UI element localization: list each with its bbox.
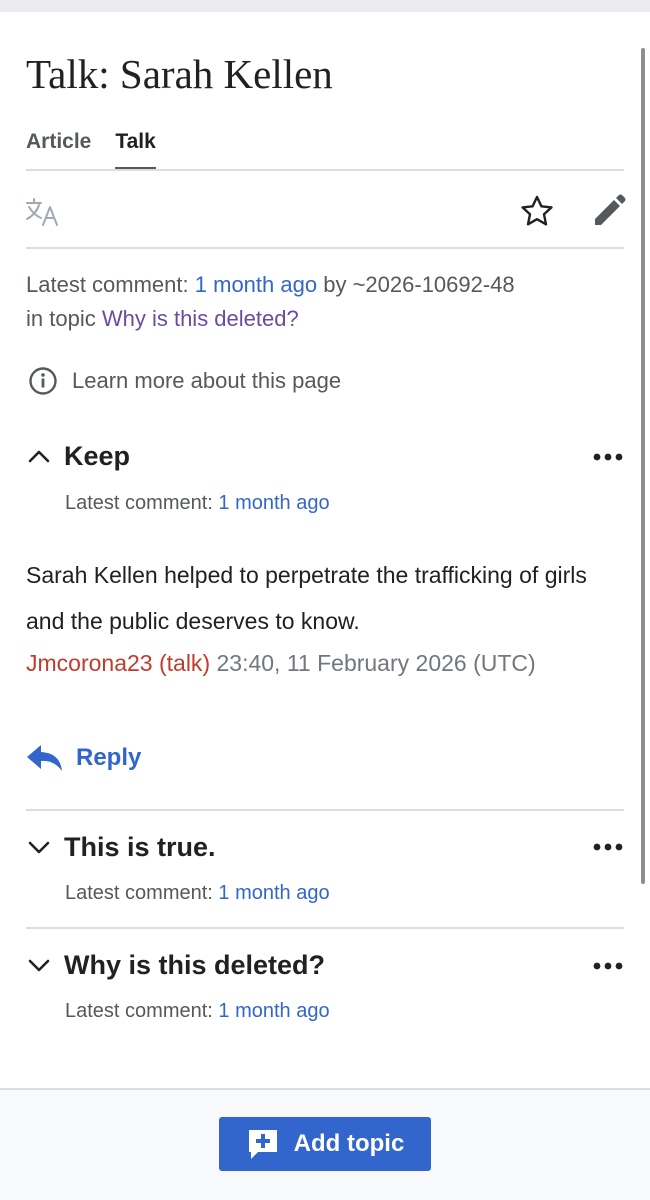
comment-user-link[interactable]: Jmcorona23 [26, 650, 153, 676]
summary-in-topic: in topic [26, 306, 96, 331]
add-topic-button[interactable]: Add topic [219, 1117, 431, 1171]
reply-label: Reply [76, 744, 142, 771]
page-title: Talk: Sarah Kellen [26, 51, 333, 97]
meta-prefix: Latest comment: [65, 492, 213, 514]
section-meta: Latest comment: 1 month ago [65, 996, 330, 1026]
section-meta: Latest comment: 1 month ago [65, 488, 330, 518]
section-header-why-is-this-deleted[interactable]: Why is this deleted? [26, 945, 626, 985]
reply-button[interactable]: Reply [26, 738, 141, 778]
top-strip [0, 0, 650, 12]
tabs-divider [26, 169, 624, 171]
section-title[interactable]: Why is this deleted? [64, 945, 325, 985]
meta-time-link[interactable]: 1 month ago [218, 1000, 329, 1022]
section-header-keep[interactable]: Keep [26, 436, 626, 476]
section-divider-2 [26, 927, 624, 929]
reply-arrow-icon [27, 745, 62, 771]
comment-text: Sarah Kellen helped to perpetrate the tr… [26, 562, 587, 634]
watch-star-icon[interactable] [519, 194, 555, 228]
section-title[interactable]: Keep [64, 436, 130, 476]
chevron-down-icon[interactable] [26, 952, 52, 978]
summary-user: ~2026-10692-48 [352, 272, 515, 297]
language-icon[interactable] [24, 196, 62, 228]
latest-comment-summary: Latest comment: 1 month ago by ~2026-106… [26, 268, 636, 336]
namespace-tabs: Article Talk [26, 128, 180, 170]
talk-open-paren: ( [158, 650, 167, 676]
talk-close-paren: ) [202, 650, 211, 676]
meta-prefix: Latest comment: [65, 882, 213, 904]
chevron-up-icon[interactable] [26, 443, 52, 469]
learn-more-label: Learn more about this page [72, 368, 342, 393]
section-divider-1 [26, 809, 624, 811]
more-options-icon[interactable] [592, 961, 624, 971]
toolbar-divider [26, 247, 624, 249]
section-title[interactable]: This is true. [64, 827, 216, 867]
section-header-this-is-true[interactable]: This is true. [26, 827, 626, 867]
meta-time-link[interactable]: 1 month ago [218, 882, 329, 904]
add-topic-label: Add topic [293, 1130, 405, 1157]
learn-more-link[interactable]: Learn more about this page [28, 364, 341, 398]
more-options-icon[interactable] [592, 842, 624, 852]
meta-prefix: Latest comment: [65, 1000, 213, 1022]
comment-signature: Jmcorona23 (talk) 23:40, 11 February 202… [26, 640, 626, 686]
summary-by: by [323, 272, 347, 297]
summary-topic-link[interactable]: Why is this deleted? [102, 306, 299, 331]
section-meta: Latest comment: 1 month ago [65, 878, 330, 908]
comment-timestamp: 23:40, 11 February 2026 (UTC) [216, 650, 536, 676]
info-icon [29, 367, 57, 395]
scrollbar[interactable] [641, 48, 645, 884]
comment-talk-link[interactable]: talk [167, 650, 203, 676]
meta-time-link[interactable]: 1 month ago [218, 492, 329, 514]
more-options-icon[interactable] [592, 452, 624, 462]
summary-prefix: Latest comment: [26, 272, 189, 297]
edit-pencil-icon[interactable] [591, 193, 627, 229]
summary-time-link[interactable]: 1 month ago [195, 272, 317, 297]
tab-talk[interactable]: Talk [115, 128, 157, 170]
chevron-down-icon[interactable] [26, 834, 52, 860]
add-speech-bubble-icon [248, 1130, 277, 1159]
tab-article[interactable]: Article [26, 128, 91, 170]
